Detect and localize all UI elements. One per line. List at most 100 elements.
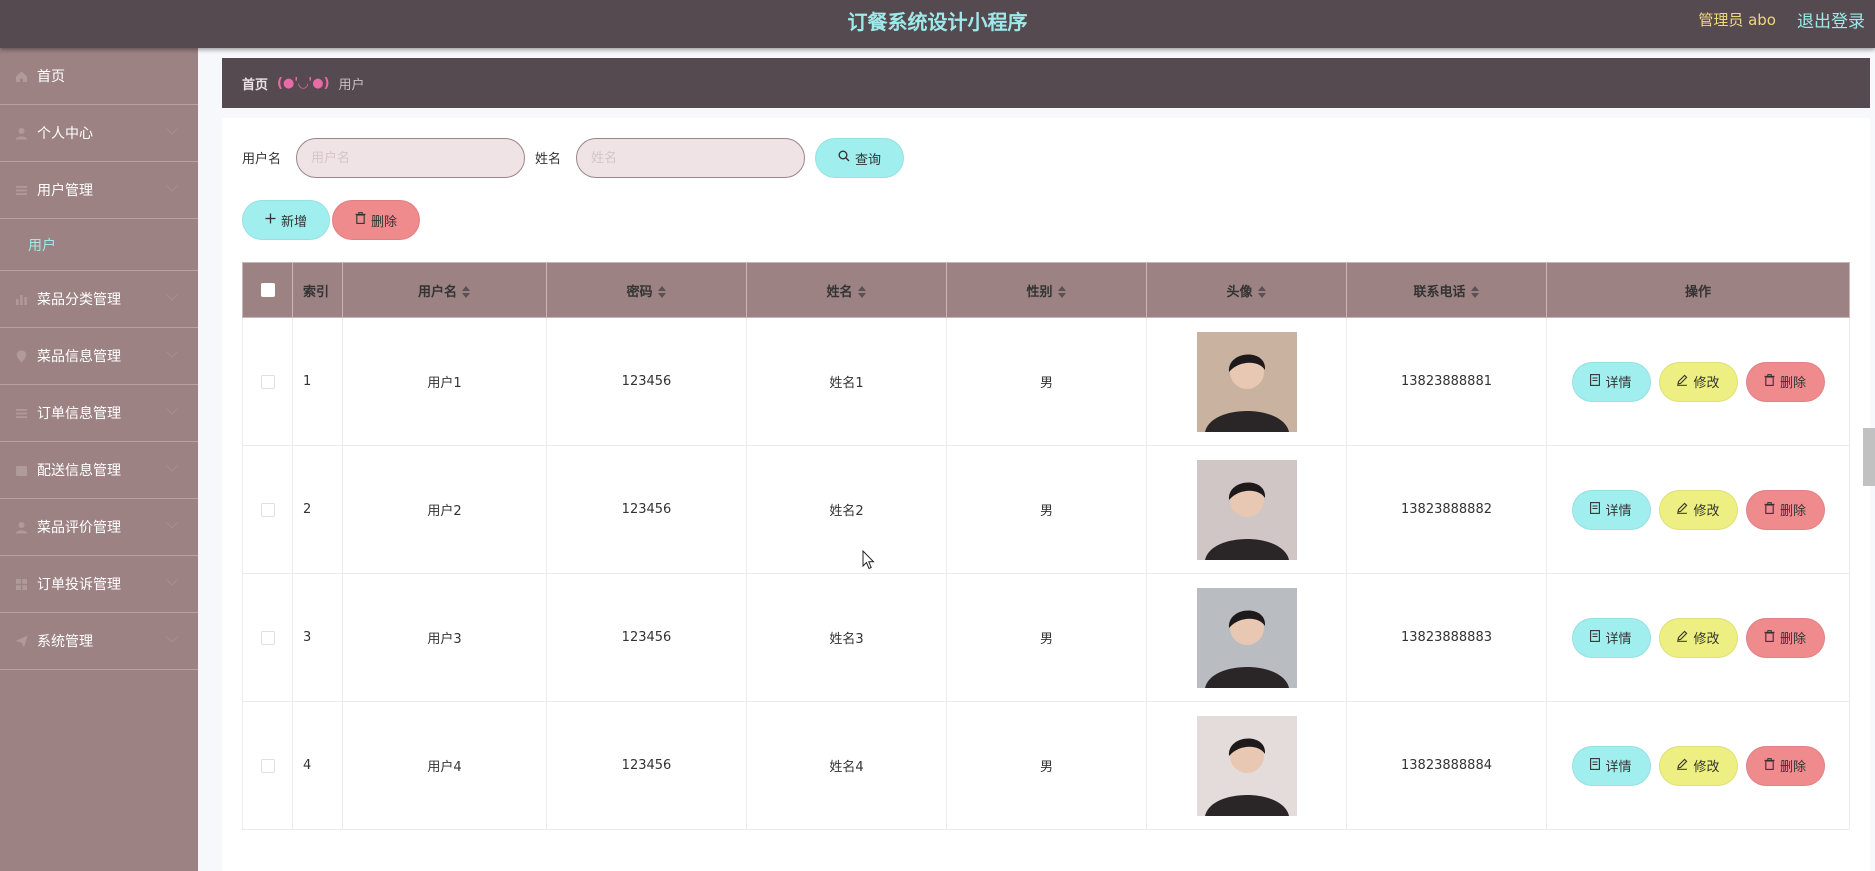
sidebar-item-label: 菜品评价管理 <box>37 520 121 536</box>
row-name: 姓名2 <box>746 445 947 574</box>
row-index: 2 <box>292 445 343 574</box>
sidebar-item-personal-center[interactable]: 个人中心 <box>0 105 198 162</box>
detail-button[interactable]: 详情 <box>1571 361 1651 402</box>
sidebar-item-label: 系统管理 <box>37 634 93 650</box>
bulk-delete-button[interactable]: 删除 <box>332 200 420 240</box>
chevron-down-icon <box>166 180 178 192</box>
column-header-avatar[interactable]: 头像 <box>1146 262 1347 318</box>
row-name: 姓名3 <box>746 573 947 702</box>
sort-icon[interactable] <box>1057 286 1067 298</box>
column-header-name[interactable]: 姓名 <box>746 262 947 318</box>
trash-icon <box>1764 373 1775 390</box>
column-header-label: 密码 <box>626 284 653 300</box>
row-avatar-cell <box>1146 701 1347 830</box>
document-icon <box>1590 501 1601 518</box>
sidebar-item-label: 配送信息管理 <box>37 463 121 479</box>
column-header-label: 姓名 <box>826 284 853 300</box>
sidebar-item-dish-review[interactable]: 菜品评价管理 <box>0 499 198 556</box>
row-checkbox[interactable] <box>260 502 275 517</box>
avatar[interactable] <box>1196 587 1297 688</box>
detail-button-label: 详情 <box>1605 760 1632 775</box>
row-checkbox[interactable] <box>260 758 275 773</box>
delete-button-label: 删除 <box>1779 760 1806 775</box>
sidebar-item-order-complaint[interactable]: 订单投诉管理 <box>0 556 198 613</box>
column-header-actions: 操作 <box>1546 262 1850 318</box>
table-row: 1 用户1 123456 姓名1 男 13823888881 详情 修改 删除 <box>242 317 1850 446</box>
detail-button[interactable]: 详情 <box>1571 617 1651 658</box>
delete-button[interactable]: 删除 <box>1745 617 1825 658</box>
row-avatar-cell <box>1146 317 1347 446</box>
document-icon <box>1590 757 1601 774</box>
edit-button[interactable]: 修改 <box>1658 617 1738 658</box>
column-header-label: 联系电话 <box>1413 284 1466 300</box>
edit-icon <box>1676 502 1688 518</box>
row-phone: 13823888884 <box>1346 701 1547 830</box>
column-header-phone[interactable]: 联系电话 <box>1346 262 1547 318</box>
avatar[interactable] <box>1196 331 1297 432</box>
sidebar-item-order-info[interactable]: 订单信息管理 <box>0 385 198 442</box>
sidebar-item-delivery-info[interactable]: 配送信息管理 <box>0 442 198 499</box>
sidebar: 首页 个人中心 用户管理 用户 菜品分类管理 菜品信息管理 订单信息管理 配送信… <box>0 48 198 871</box>
row-username: 用户4 <box>342 701 547 830</box>
sort-icon[interactable] <box>1257 286 1267 298</box>
avatar[interactable] <box>1196 715 1297 816</box>
edit-icon <box>1676 758 1688 774</box>
edit-button-label: 修改 <box>1693 376 1720 391</box>
breadcrumb-separator: (●'◡'●) <box>277 75 330 91</box>
table-row: 2 用户2 123456 姓名2 男 13823888882 详情 修改 删除 <box>242 445 1850 574</box>
sort-icon[interactable] <box>857 286 867 298</box>
page-scrollbar[interactable] <box>1863 428 1875 486</box>
send-icon <box>14 634 28 648</box>
search-button[interactable]: 查询 <box>815 138 904 178</box>
sort-icon[interactable] <box>657 286 667 298</box>
column-header-password[interactable]: 密码 <box>546 262 747 318</box>
row-gender: 男 <box>946 445 1147 574</box>
column-header-gender[interactable]: 性别 <box>946 262 1147 318</box>
edit-button[interactable]: 修改 <box>1658 361 1738 402</box>
sidebar-item-user-management[interactable]: 用户管理 <box>0 162 198 219</box>
breadcrumb-home[interactable]: 首页 <box>242 74 268 93</box>
sidebar-item-home[interactable]: 首页 <box>0 48 198 105</box>
row-checkbox[interactable] <box>260 374 275 389</box>
sidebar-item-system[interactable]: 系统管理 <box>0 613 198 670</box>
delete-button[interactable]: 删除 <box>1745 489 1825 530</box>
add-button[interactable]: 新增 <box>242 200 330 240</box>
sidebar-item-label: 首页 <box>37 69 65 85</box>
chevron-down-icon <box>166 517 178 529</box>
edit-button[interactable]: 修改 <box>1658 745 1738 786</box>
logout-button[interactable]: 退出登录 <box>1797 7 1865 32</box>
sidebar-item-label: 菜品信息管理 <box>37 349 121 365</box>
row-actions-cell: 详情 修改 删除 <box>1546 317 1850 446</box>
row-password: 123456 <box>546 573 747 702</box>
sort-icon[interactable] <box>1470 286 1480 298</box>
sidebar-item-label: 订单信息管理 <box>37 406 121 422</box>
row-checkbox[interactable] <box>260 630 275 645</box>
select-all-header <box>242 262 293 318</box>
delete-button[interactable]: 删除 <box>1745 745 1825 786</box>
chevron-down-icon <box>166 123 178 135</box>
delete-button[interactable]: 删除 <box>1745 361 1825 402</box>
column-header-username[interactable]: 用户名 <box>342 262 547 318</box>
row-username: 用户1 <box>342 317 547 446</box>
mouse-cursor-icon <box>862 550 875 570</box>
detail-button[interactable]: 详情 <box>1571 489 1651 530</box>
sidebar-subitem-user[interactable]: 用户 <box>0 219 198 271</box>
select-all-checkbox[interactable] <box>260 283 275 297</box>
edit-button[interactable]: 修改 <box>1658 489 1738 530</box>
avatar[interactable] <box>1196 459 1297 560</box>
document-icon <box>1590 629 1601 646</box>
username-label: 用户名 <box>242 152 282 167</box>
sidebar-item-dish-category[interactable]: 菜品分类管理 <box>0 271 198 328</box>
search-icon <box>838 150 850 166</box>
row-actions-cell: 详情 修改 删除 <box>1546 573 1850 702</box>
sort-icon[interactable] <box>462 286 471 298</box>
chevron-down-icon <box>166 460 178 472</box>
bulk-delete-label: 删除 <box>370 214 397 230</box>
name-label: 姓名 <box>535 152 562 167</box>
row-checkbox-cell <box>242 317 293 446</box>
sidebar-item-dish-info[interactable]: 菜品信息管理 <box>0 328 198 385</box>
chevron-down-icon <box>166 289 178 301</box>
name-input[interactable] <box>576 138 805 178</box>
username-input[interactable] <box>296 138 525 178</box>
detail-button[interactable]: 详情 <box>1571 745 1651 786</box>
